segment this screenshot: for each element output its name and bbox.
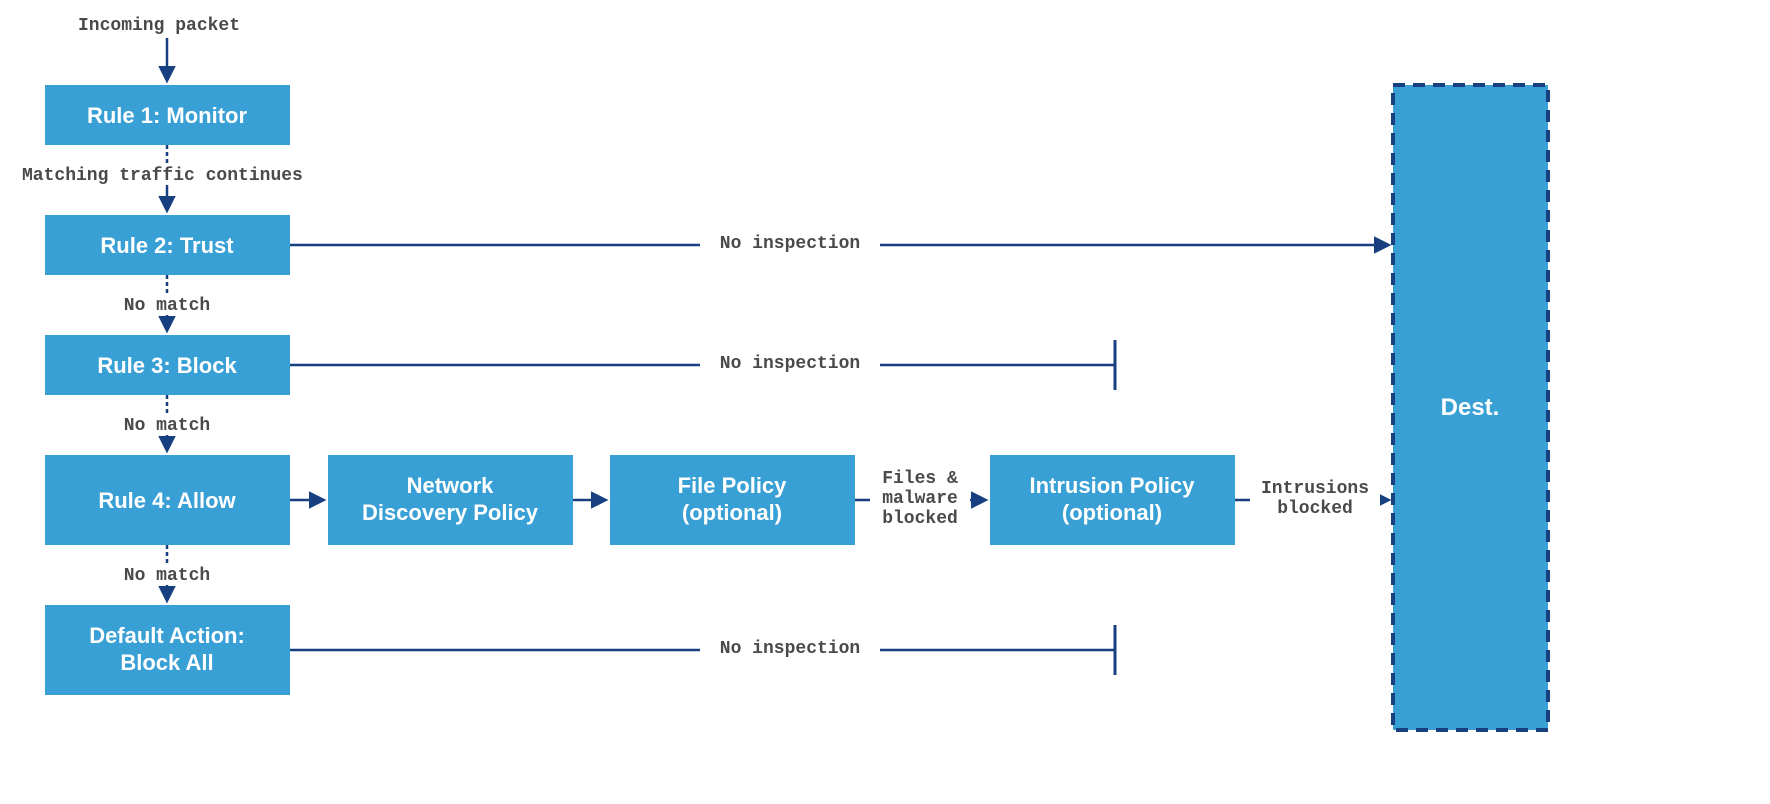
dest-label: Dest. <box>1441 394 1500 421</box>
intrusions-2: blocked <box>1277 499 1353 519</box>
incoming-label: Incoming packet <box>78 16 240 36</box>
no-match-2: No match <box>124 416 210 436</box>
rule1-label: Rule 1: Monitor <box>87 103 248 128</box>
files-malware-1: Files & <box>882 469 958 489</box>
file-label-2: (optional) <box>682 500 782 525</box>
no-inspection-1: No inspection <box>720 234 860 254</box>
default-label-1: Default Action: <box>89 623 245 648</box>
network-label-1: Network <box>407 473 495 498</box>
flow-diagram: Dest. Incoming packet Rule 1: Monitor Ma… <box>0 0 1770 804</box>
intrusions-1: Intrusions <box>1261 479 1369 499</box>
files-malware-3: blocked <box>882 509 958 529</box>
rule4-label: Rule 4: Allow <box>98 488 236 513</box>
no-match-3: No match <box>124 566 210 586</box>
network-label-2: Discovery Policy <box>362 500 539 525</box>
files-malware-2: malware <box>882 489 958 509</box>
no-match-1: No match <box>124 296 210 316</box>
rule2-label: Rule 2: Trust <box>100 233 234 258</box>
matching-continues-label: Matching traffic continues <box>22 166 303 186</box>
file-label-1: File Policy <box>678 473 788 498</box>
no-inspection-2: No inspection <box>720 354 860 374</box>
no-inspection-3: No inspection <box>720 639 860 659</box>
rule3-label: Rule 3: Block <box>97 353 237 378</box>
default-label-2: Block All <box>120 650 213 675</box>
intrusion-label-2: (optional) <box>1062 500 1162 525</box>
intrusion-label-1: Intrusion Policy <box>1029 473 1195 498</box>
